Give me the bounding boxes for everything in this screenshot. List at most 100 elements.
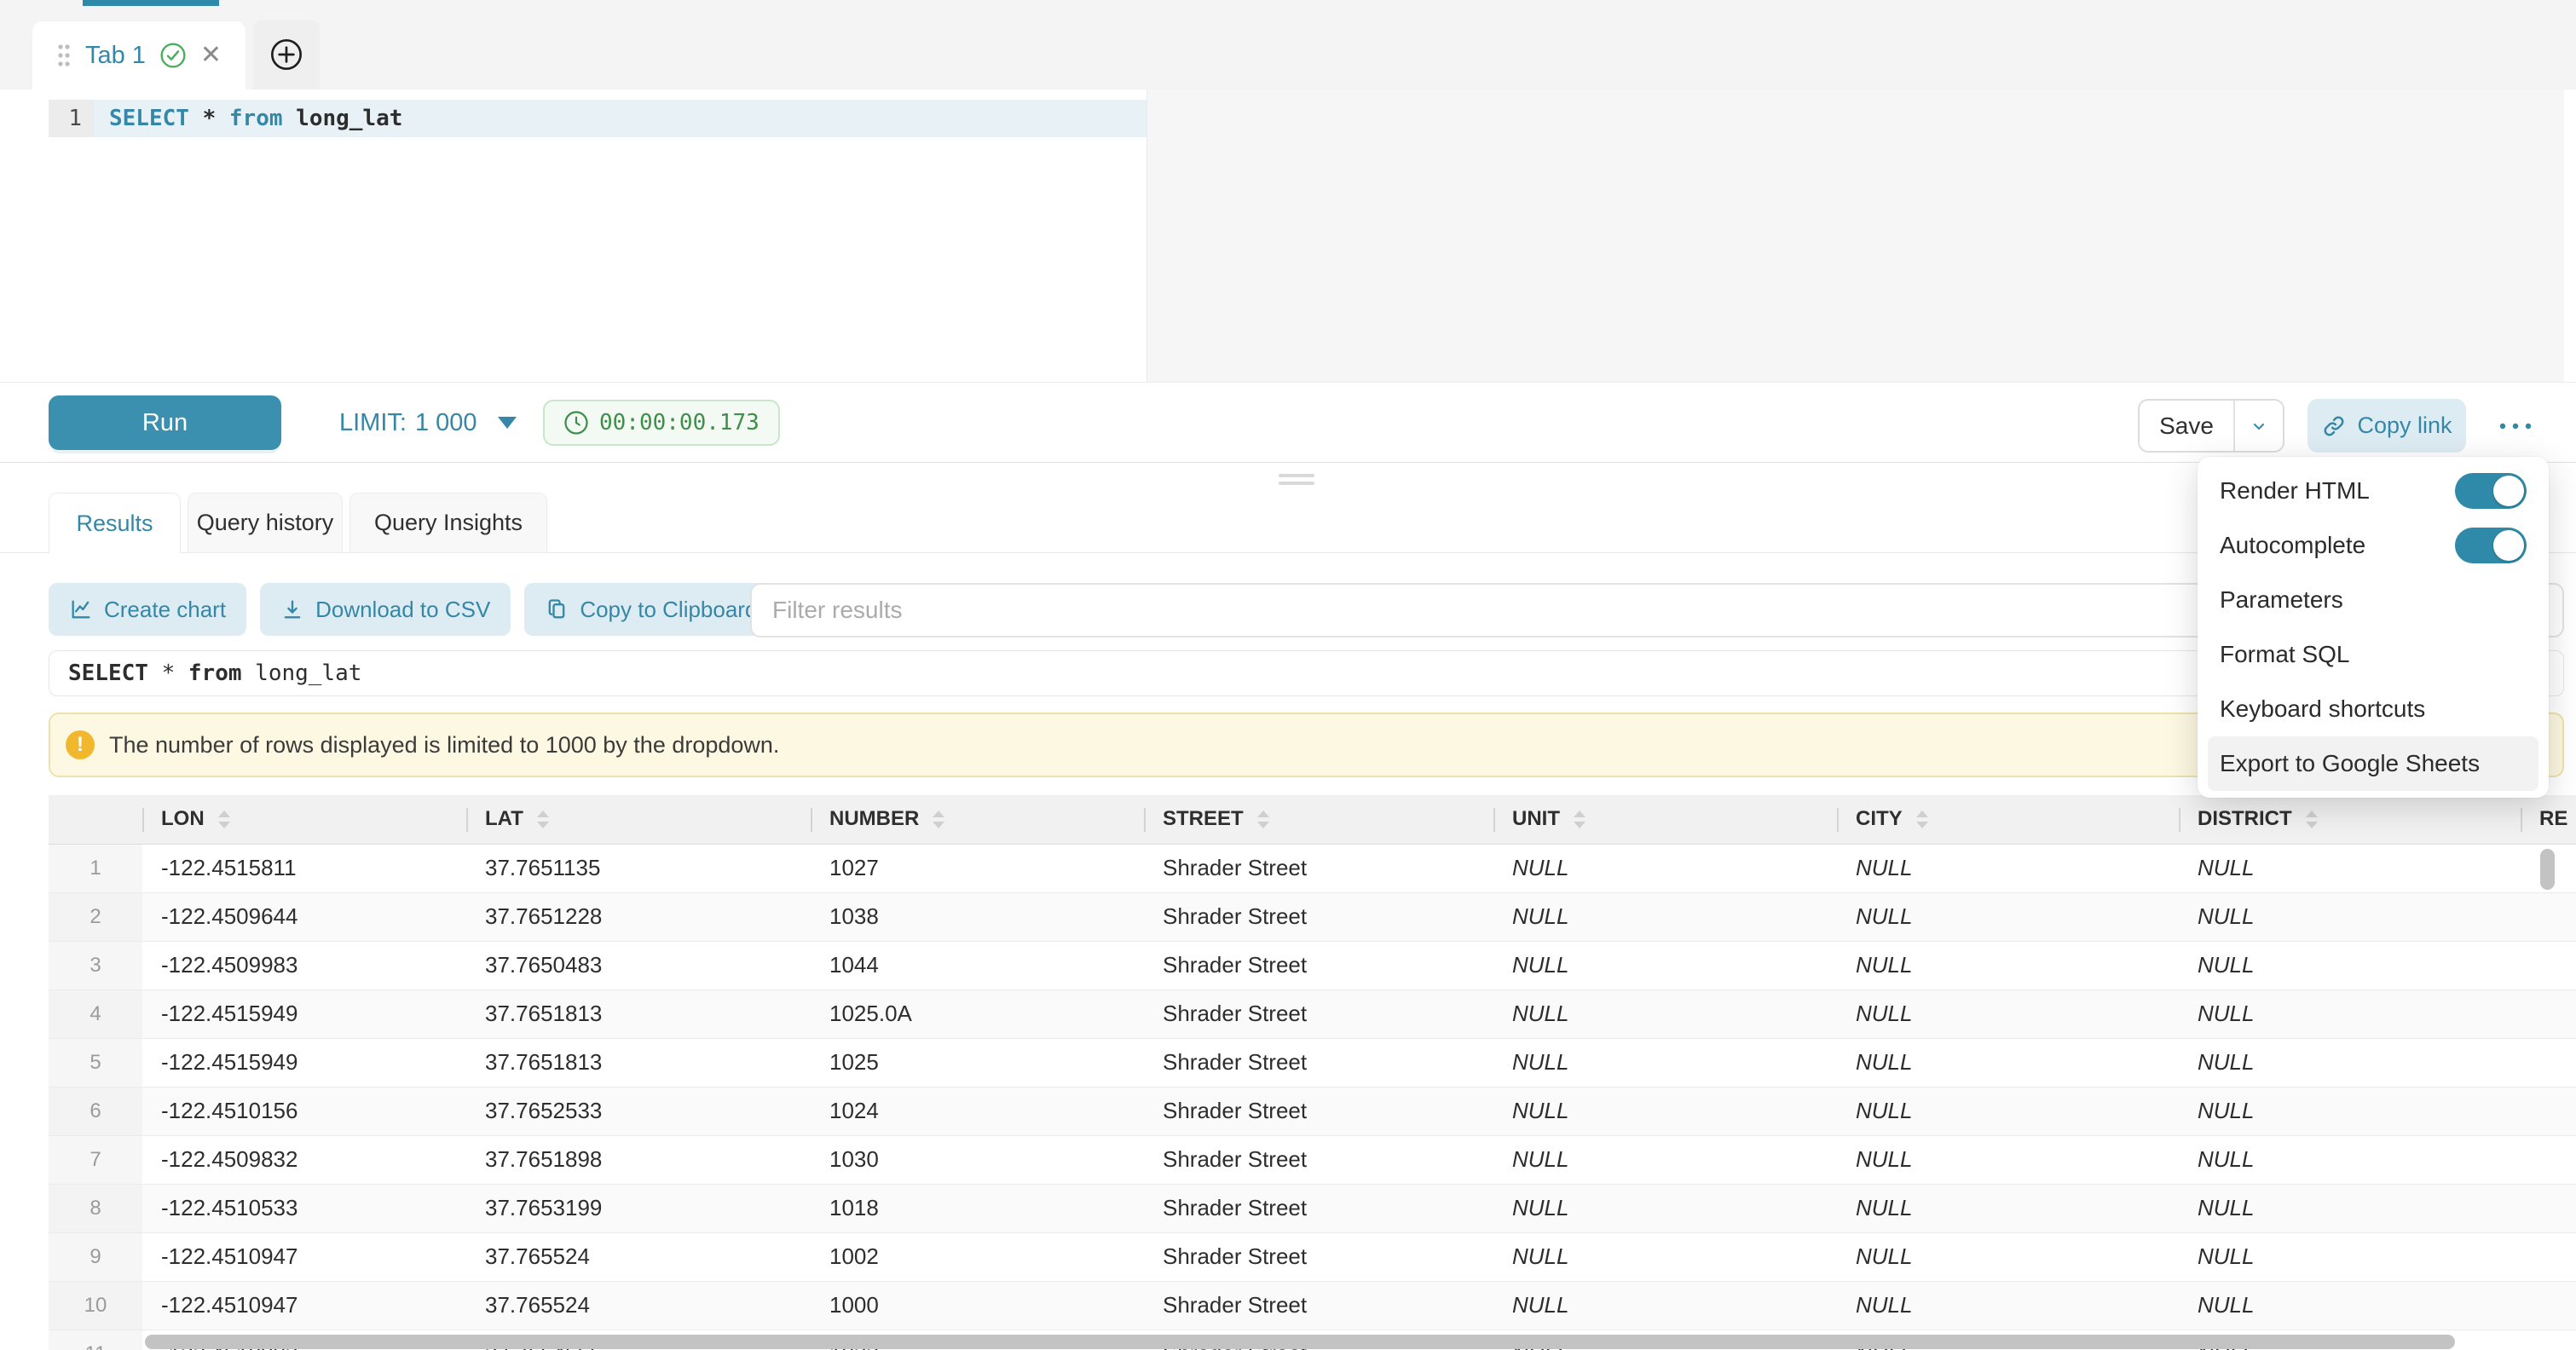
column-header-city[interactable]: CITY — [1837, 795, 2179, 844]
add-tab-button[interactable] — [253, 20, 320, 89]
save-options-button[interactable] — [2233, 401, 2283, 451]
cell-re — [2521, 1087, 2576, 1135]
sort-icon — [1257, 811, 1269, 828]
query-timer: 00:00:00.173 — [543, 400, 780, 446]
cell-number: 1000 — [811, 1281, 1144, 1330]
menu-item-format-sql[interactable]: Format SQL — [2198, 627, 2549, 682]
horizontal-scrollbar[interactable] — [145, 1335, 2455, 1349]
table-row: 2 -122.4509644 37.7651228 1038 Shrader S… — [49, 892, 2576, 941]
cell-unit: NULL — [1493, 1087, 1837, 1135]
menu-item-parameters[interactable]: Parameters — [2198, 573, 2549, 627]
table-row: 3 -122.4509983 37.7650483 1044 Shrader S… — [49, 941, 2576, 989]
table-row: 7 -122.4509832 37.7651898 1030 Shrader S… — [49, 1135, 2576, 1184]
menu-item-keyboard-shortcuts[interactable]: Keyboard shortcuts — [2198, 682, 2549, 736]
tab-results[interactable]: Results — [49, 493, 181, 553]
cell-city: NULL — [1837, 1184, 2179, 1232]
column-header-unit[interactable]: UNIT — [1493, 795, 1837, 844]
menu-item-render-html[interactable]: Render HTML — [2198, 464, 2549, 518]
cell-unit: NULL — [1493, 1184, 1837, 1232]
row-number: 5 — [49, 1038, 142, 1087]
more-options-button[interactable] — [2486, 399, 2545, 453]
cell-unit: NULL — [1493, 1232, 1837, 1281]
pane-resize-handle[interactable] — [1279, 474, 1314, 485]
executed-query-display: SELECT * from long_lat — [49, 650, 2564, 696]
sort-icon — [2306, 811, 2318, 828]
menu-item-export-google-sheets[interactable]: Export to Google Sheets — [2208, 736, 2538, 791]
column-header-number[interactable]: NUMBER — [811, 795, 1144, 844]
row-number-header — [49, 795, 142, 844]
tab-query-history[interactable]: Query history — [188, 493, 343, 553]
column-header-street[interactable]: STREET — [1144, 795, 1493, 844]
chart-line-icon — [69, 597, 93, 621]
cell-district: NULL — [2179, 892, 2521, 941]
ellipsis-icon — [2497, 420, 2534, 432]
copy-clipboard-button[interactable]: Copy to Clipboard — [524, 583, 777, 636]
cell-street: Shrader Street — [1144, 1232, 1493, 1281]
cell-number: 1030 — [811, 1135, 1144, 1184]
copy-link-label: Copy link — [2357, 412, 2452, 439]
row-number: 7 — [49, 1135, 142, 1184]
active-tab-indicator — [83, 0, 219, 6]
cell-re — [2521, 892, 2576, 941]
menu-item-autocomplete[interactable]: Autocomplete — [2198, 518, 2549, 573]
run-toolbar: Run LIMIT: 1 000 00:00:00.173 Save — [0, 382, 2576, 463]
table-row: 4 -122.4515949 37.7651813 1025.0A Shrade… — [49, 989, 2576, 1038]
cell-lat: 37.7651898 — [466, 1135, 811, 1184]
column-header-re[interactable]: RE — [2521, 795, 2576, 844]
tab-tab1[interactable]: Tab 1 ✕ — [32, 21, 245, 89]
cell-district: NULL — [2179, 1232, 2521, 1281]
cell-lon: -122.4510156 — [142, 1087, 466, 1135]
render-html-toggle[interactable] — [2455, 473, 2527, 509]
cell-re — [2521, 1135, 2576, 1184]
cell-city: NULL — [1837, 1281, 2179, 1330]
table-body: 1 -122.4515811 37.7651135 1027 Shrader S… — [49, 844, 2576, 1350]
copy-icon — [545, 597, 569, 621]
cell-re — [2521, 1184, 2576, 1232]
cell-district: NULL — [2179, 1281, 2521, 1330]
sql-keyword: from — [229, 106, 283, 131]
table-row: 6 -122.4510156 37.7652533 1024 Shrader S… — [49, 1087, 2576, 1135]
copy-link-button[interactable]: Copy link — [2307, 399, 2466, 453]
cell-number: 1027 — [811, 844, 1144, 892]
create-chart-button[interactable]: Create chart — [49, 583, 246, 636]
limit-dropdown[interactable]: LIMIT: 1 000 — [339, 395, 517, 450]
table-row: 10 -122.4510947 37.765524 1000 Shrader S… — [49, 1281, 2576, 1330]
cell-street: Shrader Street — [1144, 844, 1493, 892]
sort-icon — [537, 811, 549, 828]
cell-lat: 37.7651228 — [466, 892, 811, 941]
cell-unit: NULL — [1493, 1135, 1837, 1184]
run-button[interactable]: Run — [49, 395, 281, 450]
cell-re — [2521, 1232, 2576, 1281]
column-header-lat[interactable]: LAT — [466, 795, 811, 844]
cell-number: 1044 — [811, 941, 1144, 989]
cell-district: NULL — [2179, 844, 2521, 892]
row-number: 1 — [49, 844, 142, 892]
link-icon — [2321, 413, 2347, 439]
sql-keyword: from — [188, 661, 242, 686]
row-limit-warning: ! The number of rows displayed is limite… — [49, 712, 2564, 777]
cell-city: NULL — [1837, 1038, 2179, 1087]
sort-icon — [933, 811, 944, 828]
row-number: 6 — [49, 1087, 142, 1135]
cell-number: 1024 — [811, 1087, 1144, 1135]
column-header-lon[interactable]: LON — [142, 795, 466, 844]
save-button[interactable]: Save — [2140, 401, 2233, 451]
cell-lat: 37.7651135 — [466, 844, 811, 892]
cell-lon: -122.4509644 — [142, 892, 466, 941]
save-split-button: Save — [2138, 399, 2284, 453]
vertical-scrollbar[interactable] — [2540, 849, 2555, 890]
query-editor[interactable]: 1 SELECT * from long_lat — [0, 89, 2576, 382]
line-number: 1 — [49, 100, 94, 137]
autocomplete-toggle[interactable] — [2455, 528, 2527, 563]
cell-street: Shrader Street — [1144, 1184, 1493, 1232]
cell-unit: NULL — [1493, 1038, 1837, 1087]
column-header-district[interactable]: DISTRICT — [2179, 795, 2521, 844]
code-line[interactable]: SELECT * from long_lat — [109, 100, 402, 137]
tab-query-insights[interactable]: Query Insights — [349, 493, 547, 553]
timer-value: 00:00:00.173 — [599, 410, 760, 436]
cell-lon: -122.4510947 — [142, 1232, 466, 1281]
download-csv-button[interactable]: Download to CSV — [260, 583, 511, 636]
cell-lon: -122.4515811 — [142, 844, 466, 892]
cell-street: Shrader Street — [1144, 1087, 1493, 1135]
close-icon[interactable]: ✕ — [200, 43, 222, 68]
